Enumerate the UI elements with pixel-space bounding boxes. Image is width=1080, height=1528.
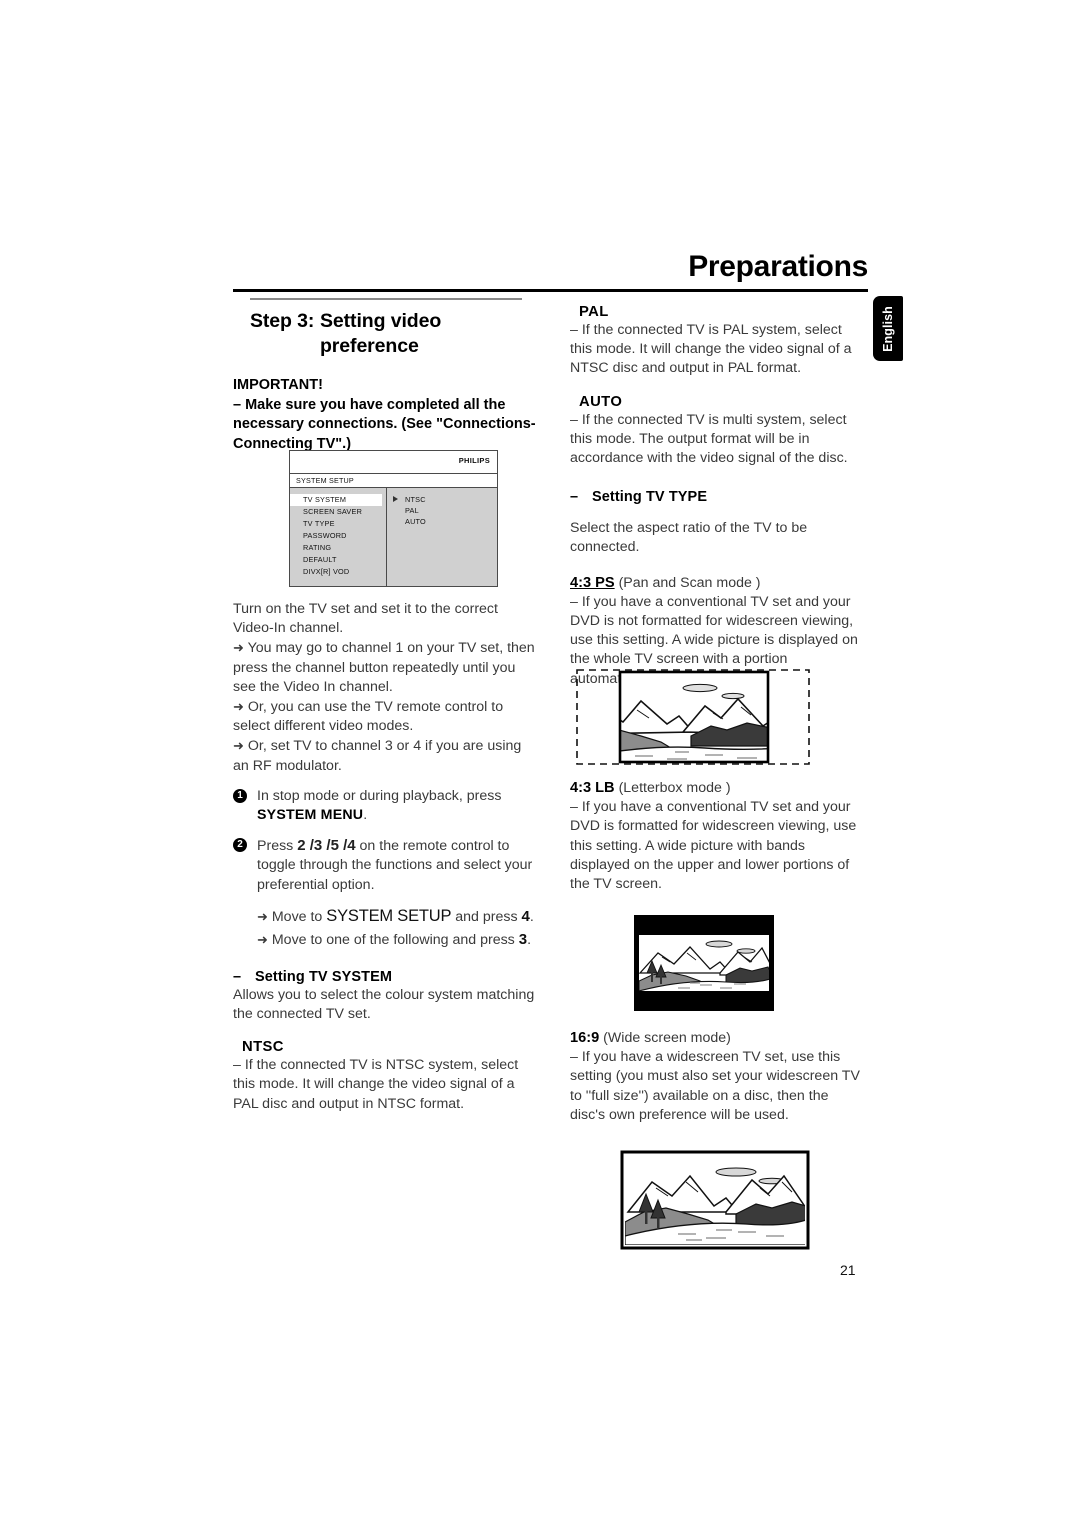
osd-menu-screenshot: PHILIPS SYSTEM SETUP TV SYSTEM SCREEN SA… [289,450,498,587]
section-dash: – [233,968,242,985]
step-2-keys: 2 /3 /5 /4 [297,837,356,855]
mode-4-3-lb-desc: – If you have a conventional TV set and … [570,799,857,893]
mode-16-9: 16:9 (Wide screen mode) – If you have a … [570,1029,862,1125]
arrow-item-2: ➜ Or, you can use the TV remote control … [233,697,538,736]
step-1-bullet: 1 [233,788,247,803]
widescreen-tv-illustration [620,1150,810,1255]
osd-title-bar: SYSTEM SETUP [290,474,497,488]
tv-system-description: Allows you to select the colour system m… [233,986,535,1023]
sub-arrow-1: ➜ Move to SYSTEM SETUP and press 4. [233,907,538,928]
osd-menu-item-rating[interactable]: RATING [290,542,386,554]
osd-menu-item-screen-saver[interactable]: SCREEN SAVER [290,506,386,518]
arrow-item-3-text: Or, set TV to channel 3 or 4 if you are … [233,738,522,774]
osd-option-auto[interactable]: AUTO [405,516,497,527]
header-divider [233,289,868,292]
sub-arrow-2-text: Move to one of the following and press [271,932,515,949]
mode-16-9-key: 16:9 [570,1030,600,1046]
mode-4-3-ps-key: 4:3 PS [570,574,615,591]
arrow-icon: ➜ [233,699,244,715]
osd-body: TV SYSTEM SCREEN SAVER TV TYPE PASSWORD … [290,488,497,586]
sub-arrow-1-post: . [529,908,534,925]
left-column-lower: Turn on the TV set and set it to the cor… [233,600,538,1114]
pal-term: PAL [579,304,609,320]
pan-and-scan-tv-illustration [575,666,815,773]
mode-16-9-paren: (Wide screen mode) [603,1030,731,1046]
auto-description: – If the connected TV is multi system, s… [570,411,848,467]
arrow-icon: ➜ [233,738,244,754]
mode-16-9-desc: – If you have a widescreen TV set, use t… [570,1049,860,1123]
step-1-text: In stop mode or during playback, press [257,787,502,804]
osd-option-pal[interactable]: PAL [405,505,497,516]
arrow-item-1: ➜ You may go to channel 1 on your TV set… [233,638,538,697]
ntsc-term: NTSC [242,1039,284,1056]
step-title-line1: Setting video [320,310,442,332]
auto-term: AUTO [579,393,623,410]
page-number: 21 [840,1262,856,1278]
arrow-item-2-text: Or, you can use the TV remote control to… [233,699,504,735]
sub-arrow-1-mid: and press [455,908,518,925]
mode-4-3-lb-key: 4:3 LB [570,780,615,796]
mode-4-3-lb: 4:3 LB (Letterbox mode ) – If you have a… [570,779,862,894]
sub-arrow-1-key: 4 [521,907,530,925]
language-tab: English [873,296,903,361]
osd-option-ntsc[interactable]: NTSC [405,494,497,505]
philips-logo: PHILIPS [458,456,490,465]
sub-arrow-2: ➜ Move to one of the following and press… [233,930,538,951]
osd-header-bar: PHILIPS [290,451,497,474]
osd-title: SYSTEM SETUP [296,476,354,485]
tv-setup-paragraph: Turn on the TV set and set it to the cor… [233,601,498,637]
step-label: Step 3: [250,310,315,332]
language-tab-label: English [881,305,895,352]
arrow-item-3: ➜ Or, set TV to channel 3 or 4 if you ar… [233,736,538,775]
pal-description: – If the connected TV is PAL system, sel… [570,322,852,377]
arrow-icon: ➜ [257,932,268,948]
right-column-169: 16:9 (Wide screen mode) – If you have a … [570,1029,862,1125]
osd-menu-item-divx-vod[interactable]: DIVX[R] VOD [290,566,386,578]
osd-menu-item-tv-type[interactable]: TV TYPE [290,518,386,530]
step-2-text-before: Press [257,838,294,855]
osd-menu-item-default[interactable]: DEFAULT [290,554,386,566]
numbered-step-2: 2 Press 2 /3 /5 /4 on the remote control… [233,836,538,895]
cursor-arrow-icon [393,496,398,502]
osd-menu-item-password[interactable]: PASSWORD [290,530,386,542]
section-dash: – [570,489,579,506]
right-column: PAL – If the connected TV is PAL system,… [570,298,862,689]
osd-menu-list: TV SYSTEM SCREEN SAVER TV TYPE PASSWORD … [290,488,387,586]
left-column: Step 3: Setting video preference IMPORTAN… [233,298,538,454]
step-heading: Step 3: Setting video preference [250,309,538,359]
osd-option-list: NTSC PAL AUTO [387,488,497,586]
tv-system-heading: – Setting TV SYSTEM [233,969,538,985]
step-title-line2: preference [320,335,419,357]
sub-arrow-1-text: Move to [271,908,323,925]
step-2-bullet: 2 [233,838,247,853]
step-1-bold: SYSTEM MENU [257,807,364,824]
arrow-icon: ➜ [257,908,268,924]
sub-arrow-1-target: SYSTEM SETUP [326,906,452,925]
ntsc-description: – If the connected TV is NTSC system, se… [233,1057,519,1112]
mode-4-3-ps-paren: (Pan and Scan mode ) [618,574,761,591]
numbered-step-1: 1 In stop mode or during playback, press… [233,787,538,825]
sub-arrow-2-post: . [527,932,532,949]
arrow-item-1-text: You may go to channel 1 on your TV set, … [233,640,535,695]
document-page: Preparations English Step 3: Setting vide… [0,0,1080,1528]
important-title: IMPORTANT! [233,377,323,393]
tv-type-heading-text: Setting TV TYPE [592,489,708,506]
important-body: – Make sure you have completed all the n… [233,396,536,452]
tv-type-heading: – Setting TV TYPE [570,489,862,505]
mode-4-3-lb-paren: (Letterbox mode ) [618,780,731,796]
right-column-lb: 4:3 LB (Letterbox mode ) – If you have a… [570,779,862,894]
arrow-icon: ➜ [233,640,244,656]
important-block: IMPORTANT! – Make sure you have complete… [233,376,538,454]
tv-type-intro: Select the aspect ratio of the TV to be … [570,520,808,556]
step-divider [250,298,522,300]
page-title: Preparations [688,250,868,283]
tv-system-heading-text: Setting TV SYSTEM [255,968,393,985]
letterbox-tv-illustration [634,915,774,1016]
osd-menu-item-tv-system[interactable]: TV SYSTEM [290,494,382,506]
sub-arrow-2-key: 3 [518,931,528,949]
step-1-period: . [363,807,368,824]
